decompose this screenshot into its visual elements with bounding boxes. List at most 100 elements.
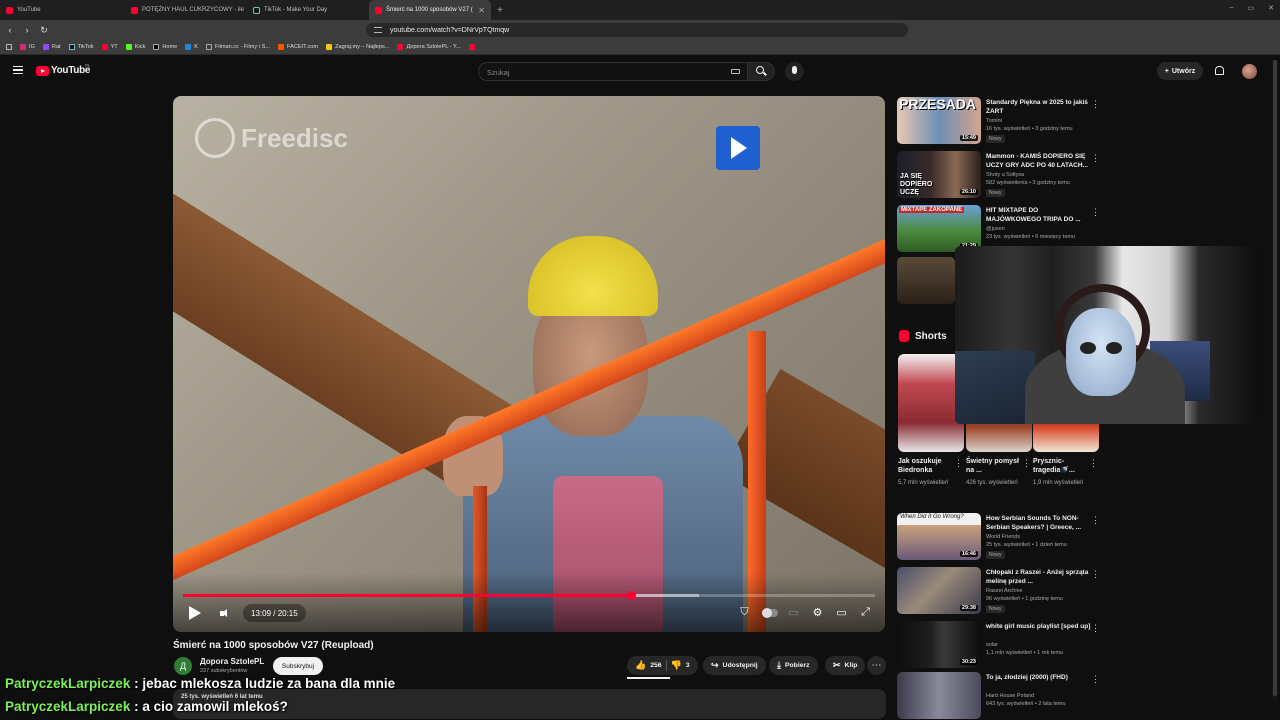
bookmark-rat[interactable]: Rat (42, 44, 61, 50)
recommendation-item[interactable]: To ja, złodziej (2000) (FHD) Hard House … (897, 672, 1100, 720)
bookmark-youtube-extra[interactable] (468, 44, 475, 50)
fullscreen-icon[interactable]: ⤢ (859, 606, 872, 619)
minimize-icon[interactable]: – (1230, 4, 1234, 12)
short-title[interactable]: Świetny pomysł na ... (966, 457, 1021, 475)
reload-icon[interactable]: ↻ (37, 23, 51, 37)
more-vert-icon[interactable]: ⋮ (1091, 153, 1100, 164)
scrollbar-thumb[interactable] (1273, 60, 1277, 696)
bookmark-zagraj[interactable]: Zagraj.my – Najleps... (326, 44, 389, 50)
more-vert-icon[interactable]: ⋮ (1022, 458, 1031, 469)
address-bar[interactable]: youtube.com/watch?v=DNrVpTQtmqw (366, 23, 908, 37)
search-input[interactable]: Szukaj (478, 62, 748, 81)
settings-gear-icon[interactable]: ⚙ (811, 606, 824, 619)
channel-name[interactable]: Hard House Poland (986, 693, 1034, 699)
forward-icon[interactable]: › (20, 23, 34, 37)
bookmark-channel[interactable]: Дорога SzlolePL - Y... (397, 44, 461, 50)
channel-name[interactable]: Shoty u Sołtysa (986, 172, 1024, 178)
maximize-icon[interactable]: ▭ (1248, 4, 1255, 12)
page-scrollbar[interactable] (1272, 60, 1278, 700)
video-title[interactable]: Chłopaki z Raszei - Anżej sprząta melinę… (986, 568, 1091, 586)
site-info-icon[interactable] (374, 27, 382, 33)
video-thumbnail[interactable] (897, 257, 955, 304)
video-title[interactable]: To ja, złodziej (2000) (FHD) (986, 673, 1091, 682)
recommendation-item[interactable]: 29:38 Chłopaki z Raszei - Anżej sprząta … (897, 567, 1100, 615)
video-player[interactable]: Freedisc 13:09 / 20:15 ⛉ ▭ ⚙ ▭ ⤢ (173, 96, 885, 632)
bookmark-tiktok[interactable]: TikTok (68, 44, 94, 50)
download-button[interactable]: ⤓ Pobierz (769, 656, 818, 675)
keyboard-icon[interactable] (731, 69, 740, 74)
recommendation-item[interactable]: When Did It Go Wrong? 16:46 How Serbian … (897, 513, 1100, 561)
channel-name[interactable]: solar (986, 642, 998, 648)
volume-icon[interactable] (220, 609, 230, 618)
dislike-button[interactable]: 👎 3 (671, 660, 690, 671)
notifications-bell-icon[interactable] (1215, 66, 1224, 75)
voice-search-mic-icon[interactable] (785, 62, 804, 81)
recommendation-item-partial[interactable] (897, 257, 955, 305)
autoplay-toggle[interactable] (762, 608, 778, 618)
close-tab-icon[interactable]: ✕ (478, 6, 485, 15)
bookmark-filman[interactable]: Filman.cc - Filmy i S... (205, 44, 270, 50)
bookmark-kick[interactable]: Kick (125, 44, 145, 50)
subscribe-button[interactable]: Subskrybuj (273, 657, 323, 675)
video-thumbnail[interactable]: MIXTAPE ZAKOPANE 21:29 (897, 205, 981, 252)
close-window-icon[interactable]: ✕ (1268, 4, 1274, 12)
bookmark-k[interactable]: K (185, 44, 198, 50)
tab-youtube[interactable]: YouTube (0, 0, 125, 20)
video-title[interactable]: Mammon - KAMIŚ DOPIERO SIĘ UCZY GRY ADC … (986, 152, 1091, 170)
video-title[interactable]: Standardy Piękna w 2025 to jakiś ŻART (986, 98, 1091, 116)
more-actions-icon[interactable]: ⋯ (867, 656, 886, 675)
guide-menu-icon[interactable] (13, 66, 23, 74)
subtitles-icon[interactable]: ▭ (787, 606, 800, 619)
channel-name[interactable]: Raszei Archive (986, 588, 1022, 594)
channel-name[interactable]: Tomini (986, 118, 1002, 124)
channel-name[interactable]: Дорога SztolePL (200, 657, 264, 666)
channel-name[interactable]: @jusen (986, 226, 1005, 232)
back-icon[interactable]: ‹ (3, 23, 17, 37)
video-thumbnail[interactable]: JA SIĘ DOPIERO UCZĘ 26:10 (897, 151, 981, 198)
new-tab-button[interactable]: + (491, 5, 509, 16)
search-icon (756, 66, 764, 74)
video-thumbnail[interactable]: 29:38 (897, 567, 981, 614)
progress-bar[interactable] (183, 591, 875, 600)
more-vert-icon[interactable]: ⋮ (1091, 623, 1100, 634)
clip-button[interactable]: ✂ Klip (825, 656, 866, 675)
channel-avatar[interactable]: Д (174, 657, 192, 675)
tab-haul[interactable]: POTĘŻNY HAUL CUKRZYCOWY - ile (125, 0, 247, 20)
more-vert-icon[interactable]: ⋮ (1091, 674, 1100, 685)
recommendation-item[interactable]: JA SIĘ DOPIERO UCZĘ 26:10 Mammon - KAMIŚ… (897, 151, 1100, 199)
tab-tiktok[interactable]: TikTok - Make Your Day (247, 0, 369, 20)
video-thumbnail[interactable]: 30:23 (897, 621, 981, 668)
more-vert-icon[interactable]: ⋮ (1089, 458, 1098, 469)
play-icon[interactable] (189, 606, 201, 620)
channel-name[interactable]: World Friends (986, 534, 1020, 540)
more-vert-icon[interactable]: ⋮ (1091, 569, 1100, 580)
share-button[interactable]: ↪ Udostępnij (703, 656, 766, 675)
short-title[interactable]: Prysznic-tragedia🚿... (1033, 457, 1088, 475)
like-button[interactable]: 👍 256 (635, 660, 662, 671)
video-thumbnail[interactable] (897, 672, 981, 719)
video-thumbnail[interactable]: PRZESADA 15:49 (897, 97, 981, 144)
bookmark-ig[interactable]: IG (20, 44, 35, 50)
video-title[interactable]: How Serbian Sounds To NON-Serbian Speake… (986, 514, 1091, 532)
short-title[interactable]: Jak oszukuje Biedronka (898, 457, 953, 475)
tab-current-video[interactable]: Śmierć na 1000 sposobów V27 ( ✕ (369, 0, 491, 20)
recommendation-item[interactable]: PRZESADA 15:49 Standardy Piękna w 2025 t… (897, 97, 1100, 145)
more-vert-icon[interactable]: ⋮ (1091, 515, 1100, 526)
video-title[interactable]: white girl music playlist [sped up] (986, 622, 1091, 631)
bookmark-home[interactable]: Home (153, 44, 177, 50)
account-avatar[interactable] (1242, 64, 1257, 79)
video-title[interactable]: HIT MIXTAPE DO MAJÓWKOWEGO TRIPA DO ... (986, 206, 1091, 224)
autoplay-icon[interactable]: ⛉ (738, 606, 751, 619)
recommendation-item[interactable]: 30:23 white girl music playlist [sped up… (897, 621, 1100, 669)
video-thumbnail[interactable]: When Did It Go Wrong? 16:46 (897, 513, 981, 560)
bookmark-faceit[interactable]: FACEIT.com (277, 44, 318, 50)
bookmark-yt[interactable]: YT (101, 44, 118, 50)
bookmarks-apps-icon[interactable] (6, 44, 12, 50)
theater-mode-icon[interactable]: ▭ (835, 606, 848, 619)
create-button[interactable]: + Utwórz (1157, 62, 1203, 80)
more-vert-icon[interactable]: ⋮ (1091, 207, 1100, 218)
more-vert-icon[interactable]: ⋮ (954, 458, 963, 469)
more-vert-icon[interactable]: ⋮ (1091, 99, 1100, 110)
tab-label: POTĘŻNY HAUL CUKRZYCOWY - ile (142, 7, 244, 13)
youtube-logo-icon[interactable] (36, 66, 49, 76)
